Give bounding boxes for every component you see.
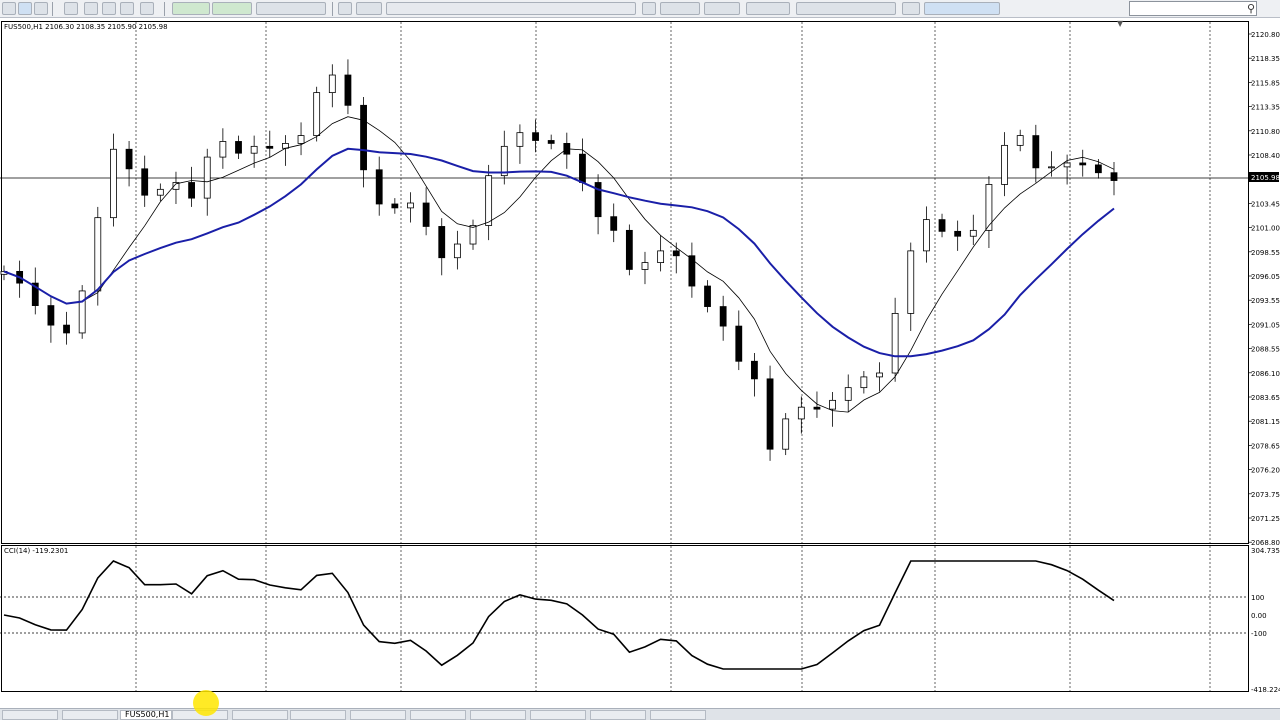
price-tick-label: 2110.80	[1251, 128, 1280, 136]
options-icon[interactable]	[140, 2, 154, 15]
price-tick-label: 2086.10	[1251, 370, 1280, 378]
price-tick-label: 2103.45	[1251, 200, 1280, 208]
tile-icon[interactable]	[746, 2, 790, 15]
price-tick-label: 2113.35	[1251, 104, 1280, 112]
main-chart-frame	[1, 21, 1249, 544]
candle	[78, 285, 86, 339]
chart-shift-marker[interactable]: ▼	[1117, 19, 1124, 28]
chart-tab[interactable]	[2, 710, 58, 720]
price-tick-label: 2101.00	[1251, 225, 1280, 233]
open-icon[interactable]	[18, 2, 32, 15]
chart-tab[interactable]	[290, 710, 346, 720]
price-tick-label: 2078.65	[1251, 442, 1280, 450]
oscillator-tick-label: 100	[1251, 594, 1264, 602]
toolbar-separator	[52, 2, 53, 16]
chart-tab[interactable]	[410, 710, 466, 720]
price-tick-label: 2076.20	[1251, 467, 1280, 475]
chart-tab[interactable]: FUS500,H1	[120, 710, 172, 720]
price-tick-label: 2108.40	[1251, 152, 1280, 160]
oscillator-frame	[1, 545, 1249, 692]
toolbar: ⚲	[0, 0, 1280, 18]
price-tick-label: 2083.65	[1251, 394, 1280, 402]
oscillator-tick-label: 0.00	[1251, 612, 1267, 620]
toolbar-separator	[164, 2, 165, 16]
price-tick-label: 2093.55	[1251, 297, 1280, 305]
search-input[interactable]	[1129, 1, 1257, 16]
price-tick-label: 2118.35	[1251, 55, 1280, 63]
price-tick-label: 2088.55	[1251, 346, 1280, 354]
crosshair-icon[interactable]	[338, 2, 352, 15]
tester-icon[interactable]	[120, 2, 134, 15]
new-chart-icon[interactable]	[2, 2, 16, 15]
zoom-in-icon[interactable]	[660, 2, 700, 15]
navigator-icon[interactable]	[84, 2, 98, 15]
price-tick-label: 2120.80	[1251, 31, 1280, 39]
zoom-out-icon[interactable]	[704, 2, 740, 15]
period-h1-icon[interactable]	[642, 2, 656, 15]
terminal-icon[interactable]	[102, 2, 116, 15]
cursor-icon[interactable]	[356, 2, 382, 15]
period-icon[interactable]	[924, 2, 1000, 15]
chart-tab[interactable]	[470, 710, 526, 720]
chart-tab-bar: FUS500,H1	[0, 708, 1280, 720]
autotrading-icon[interactable]	[212, 2, 252, 15]
price-tick-label: 2071.25	[1251, 515, 1280, 523]
oscillator-tick-label: 304.7351	[1251, 547, 1280, 555]
price-axis: 2120.80 2118.35 2115.85 2113.35 2110.80 2108.…	[1248, 31, 1280, 547]
chart-tab[interactable]	[232, 710, 288, 720]
chart-canvas[interactable]: FUS500,H1 2106.30 2108.35 2105.90 2105.9…	[0, 18, 1280, 694]
candle	[625, 224, 633, 276]
candle	[766, 365, 774, 461]
chart-window[interactable]: FUS500,H1 2106.30 2108.35 2105.90 2105.9…	[0, 18, 1280, 694]
ohlc-header: FUS500,H1 2106.30 2108.35 2105.90 2105.9…	[4, 23, 168, 31]
search-icon[interactable]: ⚲	[1245, 2, 1257, 15]
price-tick-label: 2098.55	[1251, 249, 1280, 257]
price-tick-label: 2096.05	[1251, 273, 1280, 281]
new-order-icon[interactable]	[172, 2, 210, 15]
oscillator-header: CCI(14) -119.2301	[4, 547, 68, 555]
indicators-icon[interactable]	[796, 2, 896, 15]
chart-tab[interactable]	[530, 710, 586, 720]
chart-tools-icon[interactable]	[256, 2, 326, 15]
price-tick-label: 2081.15	[1251, 418, 1280, 426]
candle	[313, 86, 321, 142]
profiles-icon[interactable]	[34, 2, 48, 15]
templates-icon[interactable]	[902, 2, 920, 15]
mouse-cursor-highlight	[193, 690, 219, 716]
price-tick-label: 2068.80	[1251, 539, 1280, 547]
price-tick-label: 2091.05	[1251, 321, 1280, 329]
chart-tab[interactable]	[62, 710, 118, 720]
oscillator-tick-label: -418.224	[1251, 686, 1280, 694]
current-price-label: 2105.98	[1251, 174, 1280, 182]
oscillator-tick-label: -100	[1251, 630, 1267, 638]
oscillator-axis: 304.7351 100 0.00 -100 -418.224	[1251, 547, 1280, 694]
line-icon[interactable]	[386, 2, 636, 15]
chart-tab[interactable]	[590, 710, 646, 720]
market-watch-icon[interactable]	[64, 2, 78, 15]
chart-tab[interactable]	[350, 710, 406, 720]
price-tick-label: 2073.75	[1251, 491, 1280, 499]
chart-tab[interactable]	[650, 710, 706, 720]
price-tick-label: 2115.85	[1251, 79, 1280, 87]
toolbar-separator	[332, 2, 333, 16]
candle	[782, 413, 790, 456]
